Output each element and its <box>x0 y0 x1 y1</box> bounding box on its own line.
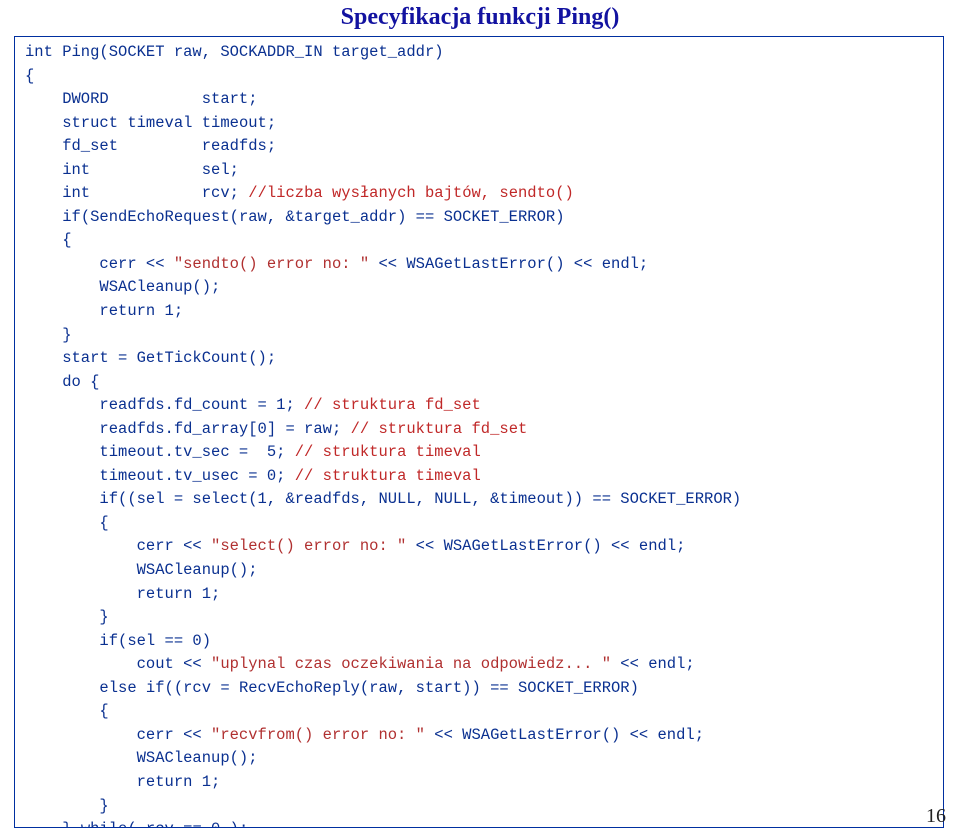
code-text: Ping(SOCKET raw, SOCKADDR_IN target_addr… <box>53 43 444 61</box>
code-kw: if <box>25 208 81 226</box>
code-text: WSACleanup(); <box>25 278 220 296</box>
code-kw: return <box>25 302 155 320</box>
code-text: rcv; <box>90 184 248 202</box>
code-text: timeout.tv_sec = 5; <box>25 443 295 461</box>
code-text: { <box>81 373 100 391</box>
code-text: readfds.fd_count = 1; <box>25 396 304 414</box>
code-text: << endl; <box>611 655 695 673</box>
code-text: 1; <box>192 773 220 791</box>
code-text: WSACleanup(); <box>25 749 258 767</box>
code-text: start = GetTickCount(); <box>25 349 276 367</box>
code-kw: else if <box>25 679 165 697</box>
code-text: } <box>25 326 72 344</box>
code-kw: return <box>25 773 192 791</box>
code-kw: int <box>25 184 90 202</box>
code-text: (SendEchoRequest(raw, &target_addr) == S… <box>81 208 565 226</box>
code-text: ( rcv == 0 ); <box>127 820 248 828</box>
code-text: ((rcv = RecvEchoReply(raw, start)) == SO… <box>165 679 639 697</box>
code-text: << WSAGetLastError() << endl; <box>425 726 704 744</box>
page-title: Specyfikacja funkcji Ping() <box>0 4 960 31</box>
code-text: << WSAGetLastError() << endl; <box>406 537 685 555</box>
code-comment: // struktura timeval <box>295 443 481 461</box>
code-text: sel; <box>90 161 239 179</box>
code-text: { <box>25 702 109 720</box>
code-text: { <box>25 67 34 85</box>
code-comment: //liczba wysłanych bajtów, sendto() <box>248 184 574 202</box>
code-kw: int <box>25 43 53 61</box>
code-text: { <box>25 514 109 532</box>
code-text: readfds.fd_array[0] = raw; <box>25 420 351 438</box>
page: Specyfikacja funkcji Ping() int Ping(SOC… <box>0 0 960 836</box>
code-kw: return <box>25 585 192 603</box>
code-text: fd_set readfds; <box>25 137 276 155</box>
code-text: cerr << <box>25 726 211 744</box>
code-text: (sel == 0) <box>118 632 211 650</box>
code-comment: // struktura fd_set <box>351 420 528 438</box>
code-text: timeout; <box>192 114 276 132</box>
code-text: } <box>25 608 109 626</box>
code-text: WSACleanup(); <box>25 561 258 579</box>
code-text: cout << <box>25 655 211 673</box>
page-number: 16 <box>926 805 946 828</box>
code-kw: struct timeval <box>25 114 192 132</box>
code-text: cerr << <box>25 255 174 273</box>
code-comment: // struktura timeval <box>295 467 481 485</box>
code-text: 1; <box>155 302 183 320</box>
code-text: 1; <box>192 585 220 603</box>
code-comment: // struktura fd_set <box>304 396 481 414</box>
code-kw: while <box>81 820 128 828</box>
code-kw: int <box>25 161 90 179</box>
code-string: "select() error no: " <box>211 537 406 555</box>
code-text: ((sel = select(1, &readfds, NULL, NULL, … <box>118 490 741 508</box>
code-string: "recvfrom() error no: " <box>211 726 425 744</box>
code-string: "sendto() error no: " <box>174 255 369 273</box>
code-kw: if <box>25 632 118 650</box>
code-kw: if <box>25 490 118 508</box>
code-text: DWORD start; <box>25 90 258 108</box>
code-text: } <box>25 797 109 815</box>
code-text: } <box>25 820 81 828</box>
code-text: << WSAGetLastError() << endl; <box>369 255 648 273</box>
code-text: { <box>25 231 72 249</box>
code-text: cerr << <box>25 537 211 555</box>
code-text: timeout.tv_usec = 0; <box>25 467 295 485</box>
code-kw: do <box>25 373 81 391</box>
code-string: "uplynal czas oczekiwania na odpowiedz..… <box>211 655 611 673</box>
code-listing: int Ping(SOCKET raw, SOCKADDR_IN target_… <box>14 36 944 828</box>
